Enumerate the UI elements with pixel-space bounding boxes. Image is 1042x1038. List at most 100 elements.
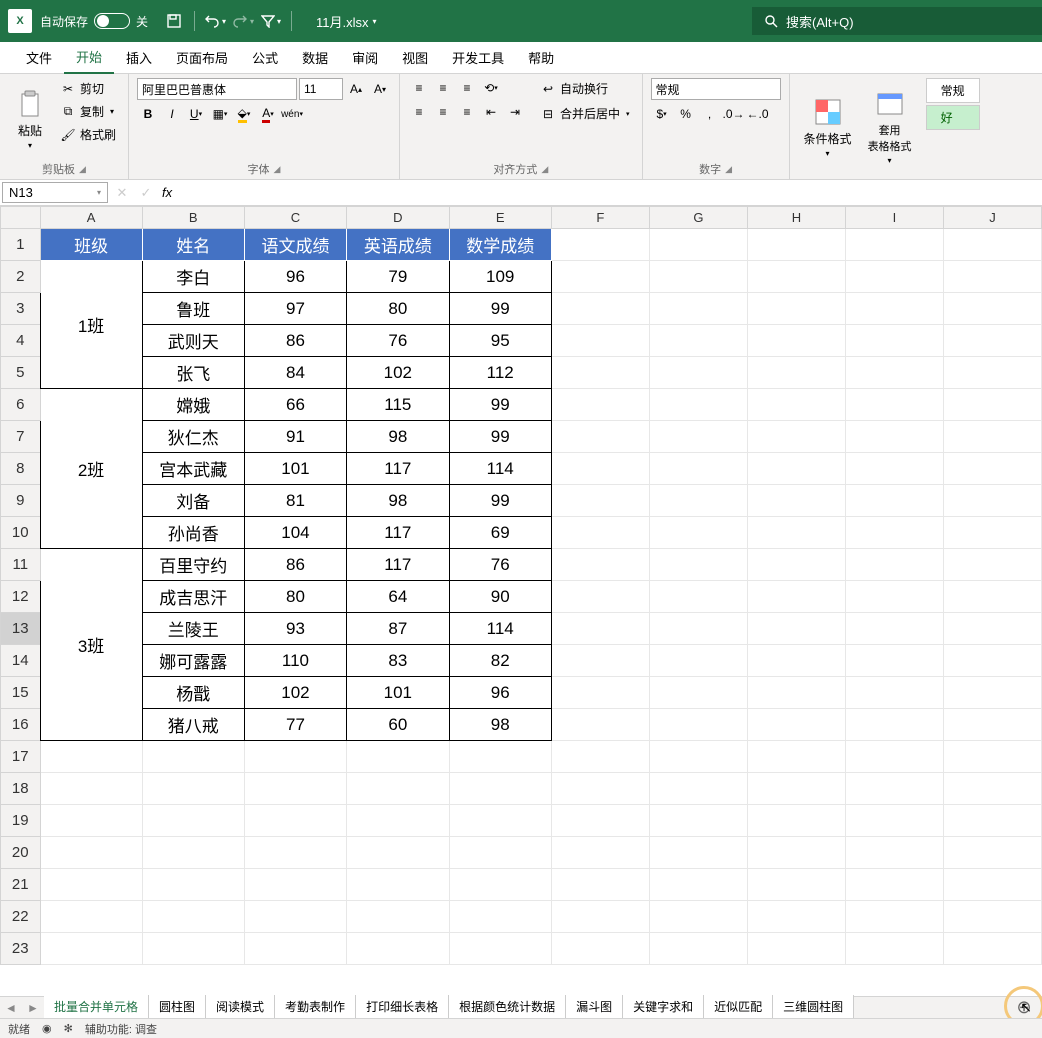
cell-G21[interactable] <box>649 869 747 901</box>
toggle-switch-icon[interactable] <box>94 13 130 29</box>
cell-H5[interactable] <box>747 357 845 389</box>
cell-J6[interactable] <box>943 389 1041 421</box>
name-box[interactable]: N13 ▾ <box>2 182 108 203</box>
cell-E21[interactable] <box>449 869 551 901</box>
cell-E15[interactable]: 96 <box>449 677 551 709</box>
cell-H16[interactable] <box>747 709 845 741</box>
cell-D20[interactable] <box>347 837 449 869</box>
cell-C14[interactable]: 110 <box>244 645 346 677</box>
dialog-launcher-icon[interactable]: ◢ <box>274 164 281 175</box>
bold-button[interactable]: B <box>137 104 159 124</box>
cell-B7[interactable]: 狄仁杰 <box>142 421 244 453</box>
cell-F10[interactable] <box>551 517 649 549</box>
column-header-C[interactable]: C <box>244 207 346 229</box>
cell-D14[interactable]: 83 <box>347 645 449 677</box>
row-header-10[interactable]: 10 <box>1 517 41 549</box>
cell-E11[interactable]: 76 <box>449 549 551 581</box>
fx-icon[interactable]: fx <box>158 185 176 200</box>
cell-E8[interactable]: 114 <box>449 453 551 485</box>
cell-C3[interactable]: 97 <box>244 293 346 325</box>
cell-D6[interactable]: 115 <box>347 389 449 421</box>
cell-C20[interactable] <box>244 837 346 869</box>
percent-icon[interactable]: % <box>675 104 697 124</box>
dialog-launcher-icon[interactable]: ◢ <box>725 164 732 175</box>
cell-G22[interactable] <box>649 901 747 933</box>
row-header-2[interactable]: 2 <box>1 261 41 293</box>
cell-J11[interactable] <box>943 549 1041 581</box>
cell-I14[interactable] <box>846 645 944 677</box>
row-header-17[interactable]: 17 <box>1 741 41 773</box>
align-bottom-icon[interactable]: ≡ <box>456 78 478 98</box>
copy-button[interactable]: ⧉复制▾ <box>56 101 120 122</box>
cell-H20[interactable] <box>747 837 845 869</box>
cell-J14[interactable] <box>943 645 1041 677</box>
cell-J9[interactable] <box>943 485 1041 517</box>
cell-G23[interactable] <box>649 933 747 965</box>
cell-E4[interactable]: 95 <box>449 325 551 357</box>
column-header-B[interactable]: B <box>142 207 244 229</box>
format-painter-button[interactable]: 🖌格式刷 <box>56 124 120 145</box>
cell-A17[interactable] <box>40 741 142 773</box>
cell-D21[interactable] <box>347 869 449 901</box>
cut-button[interactable]: ✂剪切 <box>56 78 120 99</box>
cell-F2[interactable] <box>551 261 649 293</box>
cell-D16[interactable]: 60 <box>347 709 449 741</box>
conditional-format-button[interactable]: 条件格式▾ <box>798 78 858 175</box>
cell-C5[interactable]: 84 <box>244 357 346 389</box>
cell-G20[interactable] <box>649 837 747 869</box>
cell-C16[interactable]: 77 <box>244 709 346 741</box>
row-header-23[interactable]: 23 <box>1 933 41 965</box>
cell-H18[interactable] <box>747 773 845 805</box>
cell-I15[interactable] <box>846 677 944 709</box>
cell-D9[interactable]: 98 <box>347 485 449 517</box>
sheet-tab-0[interactable]: 批量合并单元格 <box>44 995 149 1020</box>
cell-J19[interactable] <box>943 805 1041 837</box>
merge-center-button[interactable]: ⊟合并后居中▾ <box>536 103 634 124</box>
cell-H19[interactable] <box>747 805 845 837</box>
cell-D18[interactable] <box>347 773 449 805</box>
cell-B18[interactable] <box>142 773 244 805</box>
row-header-20[interactable]: 20 <box>1 837 41 869</box>
ribbon-tab-9[interactable]: 帮助 <box>516 42 566 73</box>
cell-H21[interactable] <box>747 869 845 901</box>
cell-I23[interactable] <box>846 933 944 965</box>
ribbon-tab-0[interactable]: 文件 <box>14 42 64 73</box>
cell-C22[interactable] <box>244 901 346 933</box>
cell-G4[interactable] <box>649 325 747 357</box>
cell-H7[interactable] <box>747 421 845 453</box>
cell-B10[interactable]: 孙尚香 <box>142 517 244 549</box>
cell-A1[interactable]: 班级 <box>40 229 142 261</box>
cell-D4[interactable]: 76 <box>347 325 449 357</box>
cell-B6[interactable]: 嫦娥 <box>142 389 244 421</box>
cell-C18[interactable] <box>244 773 346 805</box>
cell-C23[interactable] <box>244 933 346 965</box>
cell-J2[interactable] <box>943 261 1041 293</box>
cell-H11[interactable] <box>747 549 845 581</box>
cell-C21[interactable] <box>244 869 346 901</box>
cancel-fx-icon[interactable]: ✕ <box>110 185 134 201</box>
cell-I19[interactable] <box>846 805 944 837</box>
filename-dropdown-icon[interactable]: ▾ <box>373 17 377 26</box>
cell-G14[interactable] <box>649 645 747 677</box>
cell-B2[interactable]: 李白 <box>142 261 244 293</box>
cell-D15[interactable]: 101 <box>347 677 449 709</box>
cell-H12[interactable] <box>747 581 845 613</box>
cell-G3[interactable] <box>649 293 747 325</box>
currency-icon[interactable]: $▾ <box>651 104 673 124</box>
cell-C12[interactable]: 80 <box>244 581 346 613</box>
cell-J17[interactable] <box>943 741 1041 773</box>
sheet-tab-7[interactable]: 关键字求和 <box>623 995 704 1020</box>
sheet-tab-9[interactable]: 三维圆柱图 <box>773 995 854 1020</box>
cell-H14[interactable] <box>747 645 845 677</box>
sheet-nav-next-icon[interactable]: ► <box>22 1001 44 1015</box>
cell-B1[interactable]: 姓名 <box>142 229 244 261</box>
cell-F12[interactable] <box>551 581 649 613</box>
cell-E17[interactable] <box>449 741 551 773</box>
cell-E23[interactable] <box>449 933 551 965</box>
cell-F20[interactable] <box>551 837 649 869</box>
ribbon-tab-1[interactable]: 开始 <box>64 41 114 74</box>
column-header-F[interactable]: F <box>551 207 649 229</box>
cell-G12[interactable] <box>649 581 747 613</box>
cell-C17[interactable] <box>244 741 346 773</box>
row-header-13[interactable]: 13 <box>1 613 41 645</box>
